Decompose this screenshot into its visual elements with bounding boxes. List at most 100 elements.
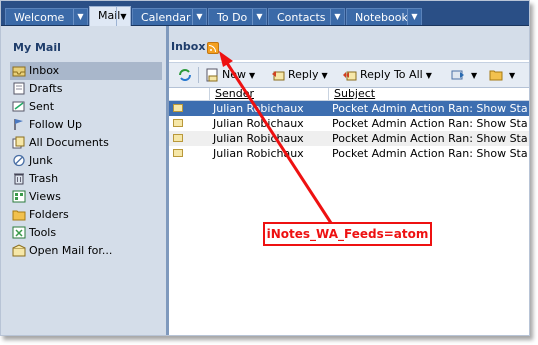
chevron-down-icon[interactable]: ▼ xyxy=(73,9,87,25)
sidebar-item-label: Sent xyxy=(29,100,55,113)
tab-mail[interactable]: Mail ▼ xyxy=(89,6,131,26)
tab-bar: Welcome ▼ Mail ▼ Calendar ▼ To Do ▼ Cont… xyxy=(1,1,529,26)
column-subject[interactable]: Subject xyxy=(334,87,375,100)
annotation-callout: iNotes_WA_Feeds=atom xyxy=(263,222,432,246)
sidebar-item-label: Tools xyxy=(29,226,57,239)
chevron-down-icon[interactable]: ▼ xyxy=(321,71,327,80)
tab-label: Calendar xyxy=(141,11,191,24)
sidebar-item-label: Trash xyxy=(29,172,59,185)
new-button[interactable]: New ▼ xyxy=(205,67,255,83)
chevron-down-icon[interactable]: ▼ xyxy=(407,9,421,25)
folder-header: Inbox xyxy=(169,26,529,60)
tab-welcome[interactable]: Welcome ▼ xyxy=(5,8,88,25)
refresh-button[interactable] xyxy=(178,67,195,83)
sidebar-item-sent[interactable]: Sent xyxy=(10,98,162,116)
sidebar: My Mail Inbox Drafts Sent Follow Up All … xyxy=(1,26,166,335)
sidebar-item-drafts[interactable]: Drafts xyxy=(10,80,162,98)
message-row[interactable]: Julian Robichaux Pocket Admin Action Ran… xyxy=(169,101,529,116)
message-subject: Pocket Admin Action Ran: Show Sta xyxy=(332,117,528,130)
folder-icon xyxy=(489,70,503,81)
junk-icon xyxy=(13,154,25,167)
tab-notebook[interactable]: Notebook ▼ xyxy=(346,8,422,25)
chevron-down-icon[interactable]: ▼ xyxy=(116,7,130,26)
sidebar-item-folders[interactable]: Folders xyxy=(10,206,162,224)
folder-icon xyxy=(12,210,26,221)
sidebar-item-label: Inbox xyxy=(29,64,60,77)
reply-all-icon xyxy=(343,71,357,81)
message-subject: Pocket Admin Action Ran: Show Sta xyxy=(332,102,528,115)
reply-to-all-label: Reply To All xyxy=(360,68,423,81)
tab-label: Welcome xyxy=(14,11,65,24)
app-window: Welcome ▼ Mail ▼ Calendar ▼ To Do ▼ Cont… xyxy=(0,0,530,336)
new-label: New xyxy=(222,68,246,81)
chevron-down-icon[interactable]: ▼ xyxy=(509,71,515,80)
sidebar-item-label: Views xyxy=(29,190,61,203)
reply-button[interactable]: Reply ▼ xyxy=(271,67,328,83)
reply-icon xyxy=(272,71,285,81)
tab-contacts[interactable]: Contacts ▼ xyxy=(268,8,345,25)
sidebar-nav: Inbox Drafts Sent Follow Up All Document… xyxy=(10,62,162,260)
message-subject: Pocket Admin Action Ran: Show Sta xyxy=(332,132,528,145)
tab-todo[interactable]: To Do ▼ xyxy=(208,8,267,25)
message-sender: Julian Robichaux xyxy=(213,132,304,145)
forward-icon xyxy=(451,70,464,80)
envelope-icon xyxy=(173,119,183,127)
tools-icon xyxy=(12,226,26,239)
tab-label: Notebook xyxy=(355,11,408,24)
tab-label: To Do xyxy=(217,11,248,24)
toolbar: New ▼ Reply ▼ Reply To All ▼ ▼ ▼ xyxy=(169,62,529,88)
sidebar-item-junk[interactable]: Junk xyxy=(10,152,162,170)
chevron-down-icon[interactable]: ▼ xyxy=(471,71,477,80)
sidebar-item-trash[interactable]: Trash xyxy=(10,170,162,188)
sidebar-item-all-documents[interactable]: All Documents xyxy=(10,134,162,152)
chevron-down-icon[interactable]: ▼ xyxy=(249,71,255,80)
inbox-icon xyxy=(12,66,26,77)
sidebar-item-label: Folders xyxy=(29,208,69,221)
message-sender: Julian Robichaux xyxy=(213,147,304,160)
column-divider[interactable] xyxy=(209,88,210,100)
column-header: Sender Subject xyxy=(169,87,529,101)
sidebar-item-label: All Documents xyxy=(29,136,109,149)
reply-label: Reply xyxy=(288,68,319,81)
sidebar-item-label: Junk xyxy=(29,154,53,167)
sidebar-item-tools[interactable]: Tools xyxy=(10,224,162,242)
sidebar-item-views[interactable]: Views xyxy=(10,188,162,206)
message-sender: Julian Robichaux xyxy=(213,102,304,115)
message-sender: Julian Robichaux xyxy=(213,117,304,130)
move-to-folder-button[interactable]: ▼ xyxy=(489,67,515,83)
sidebar-item-inbox[interactable]: Inbox xyxy=(10,62,162,80)
message-row[interactable]: Julian Robichaux Pocket Admin Action Ran… xyxy=(169,131,529,146)
reply-to-all-button[interactable]: Reply To All ▼ xyxy=(343,67,432,83)
sidebar-item-label: Open Mail for... xyxy=(29,244,113,257)
all-documents-icon xyxy=(12,136,25,149)
forward-button[interactable]: ▼ xyxy=(451,67,477,83)
chevron-down-icon[interactable]: ▼ xyxy=(252,9,266,25)
chevron-down-icon[interactable]: ▼ xyxy=(192,9,206,25)
refresh-icon xyxy=(179,69,191,81)
message-row[interactable]: Julian Robichaux Pocket Admin Action Ran… xyxy=(169,116,529,131)
page-title: Inbox xyxy=(171,40,206,53)
trash-icon xyxy=(14,173,24,185)
sidebar-item-label: Drafts xyxy=(29,82,63,95)
flag-icon xyxy=(14,119,23,130)
main-pane: Inbox New ▼ Reply ▼ Reply To All ▼ ▼ ▼ S… xyxy=(169,26,529,335)
rss-feed-icon[interactable] xyxy=(207,42,219,54)
tab-calendar[interactable]: Calendar ▼ xyxy=(132,8,207,25)
column-sender[interactable]: Sender xyxy=(215,87,254,100)
sidebar-item-follow-up[interactable]: Follow Up xyxy=(10,116,162,134)
message-row[interactable]: Julian Robichaux Pocket Admin Action Ran… xyxy=(169,146,529,161)
sidebar-item-label: Follow Up xyxy=(29,118,83,131)
envelope-icon xyxy=(173,149,183,157)
new-message-icon xyxy=(206,68,218,82)
chevron-down-icon[interactable]: ▼ xyxy=(426,71,432,80)
sent-icon xyxy=(12,101,25,112)
chevron-down-icon[interactable]: ▼ xyxy=(330,9,344,25)
message-list: Julian Robichaux Pocket Admin Action Ran… xyxy=(169,101,529,161)
views-icon xyxy=(12,190,26,203)
sidebar-item-open-mail[interactable]: Open Mail for... xyxy=(10,242,162,260)
open-mail-icon xyxy=(12,244,26,257)
message-subject: Pocket Admin Action Ran: Show Sta xyxy=(332,147,528,160)
column-divider[interactable] xyxy=(328,88,329,100)
sidebar-title: My Mail xyxy=(13,41,61,54)
toolbar-separator xyxy=(198,67,199,83)
